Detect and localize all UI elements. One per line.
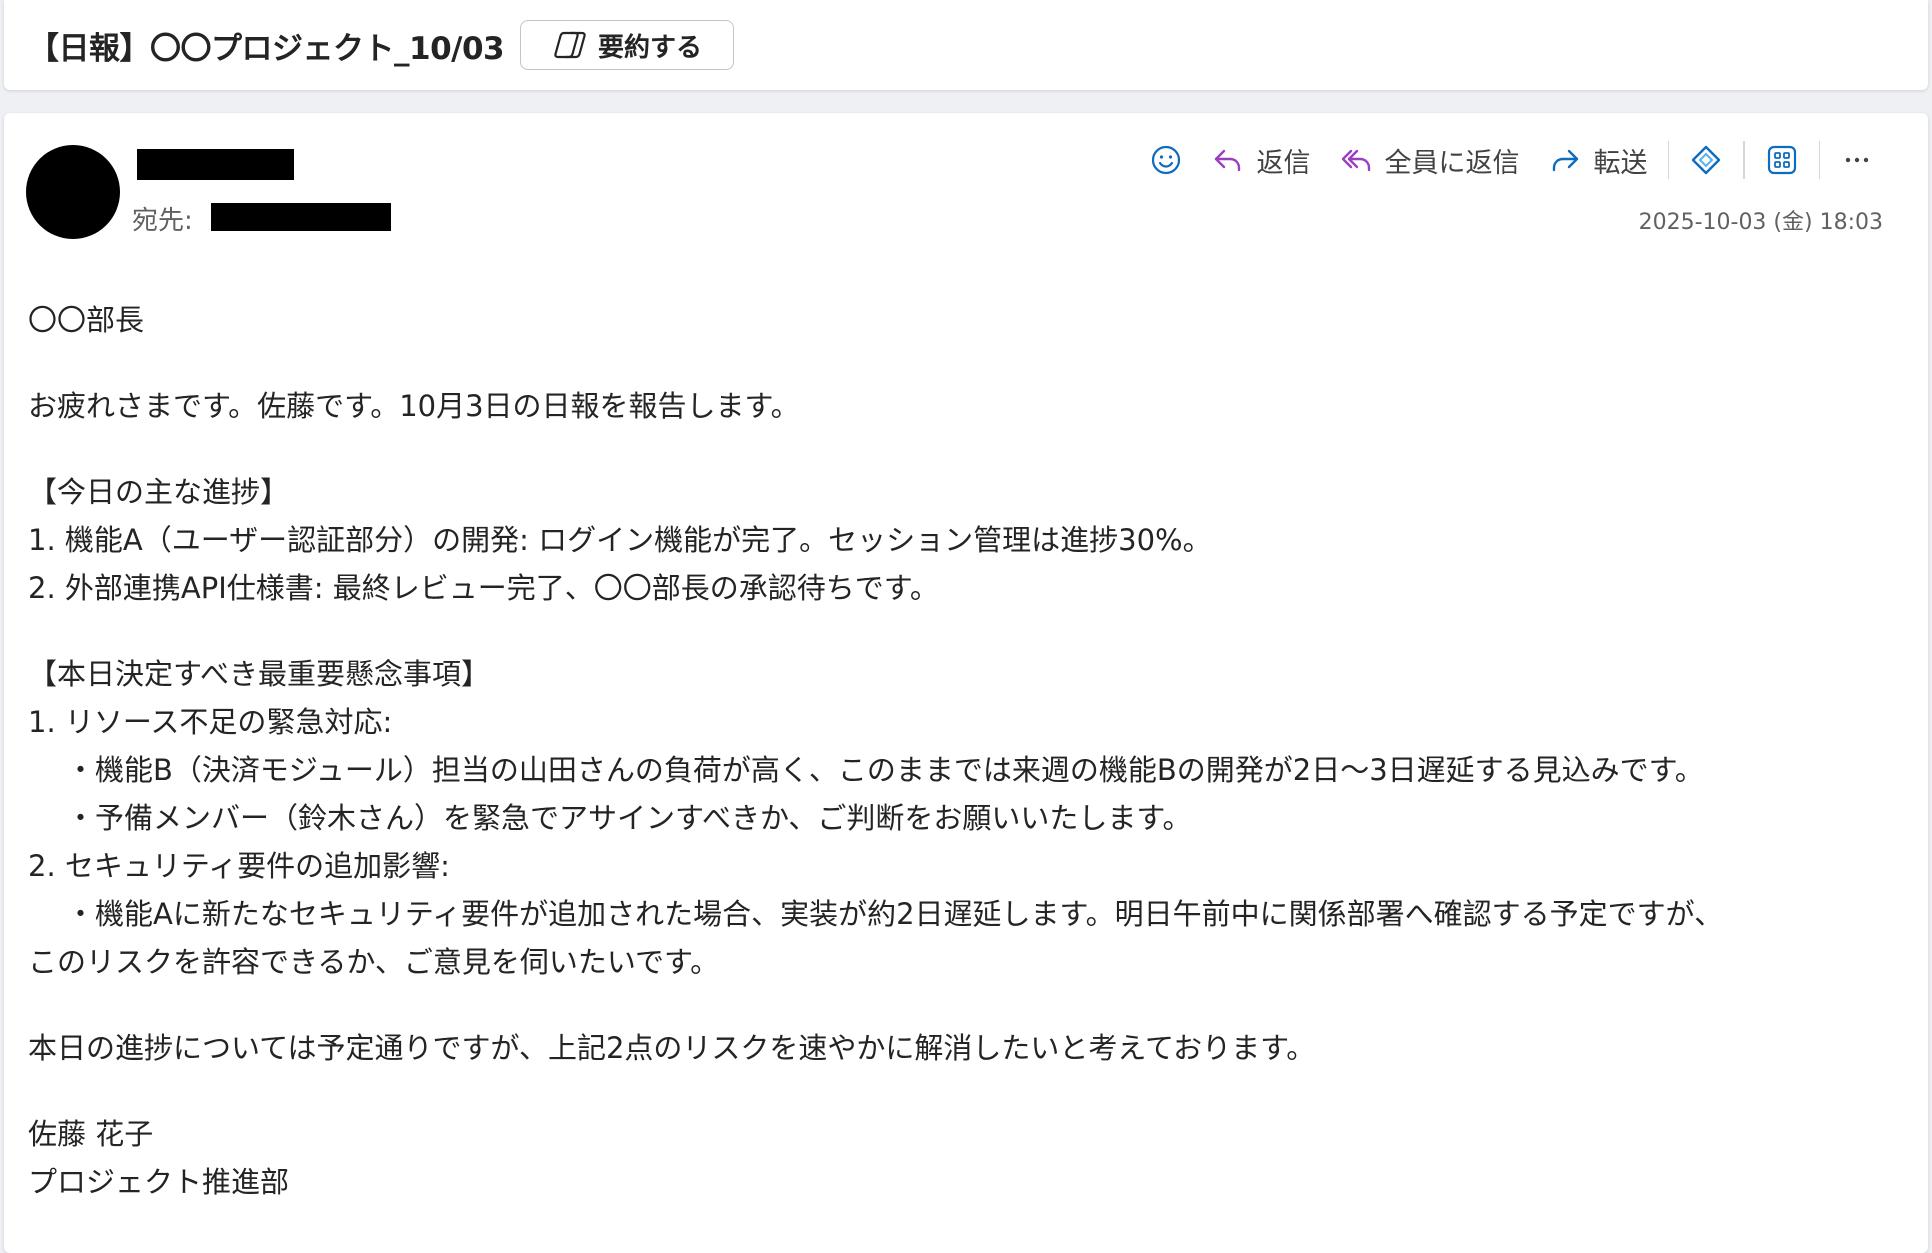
message-body: 〇〇部長 お疲れさまです。佐藤です。10月3日の日報を報告します。 【今日の主な…: [28, 296, 1908, 1206]
concern-subitem: ・機能Aに新たなセキュリティ要件が追加された場合、実装が約2日遅延します。明日午…: [66, 897, 1724, 931]
progress-item: 2. 外部連携API仕様書: 最終レビュー完了、〇〇部長の承認待ちです。: [28, 571, 939, 605]
action-divider: [1667, 141, 1669, 179]
concern-heading: 【本日決定すべき最重要懸念事項】: [28, 657, 490, 691]
email-subject: 【日報】〇〇プロジェクト_10/03: [28, 31, 505, 67]
copilot-diamond-icon: [1691, 145, 1721, 175]
forward-icon: [1552, 149, 1578, 172]
signature-name: 佐藤 花子: [28, 1117, 154, 1151]
message-actions: 返信 全員に返信 転送: [1135, 135, 1889, 185]
reply-icon: [1214, 149, 1240, 172]
apps-button[interactable]: [1751, 136, 1813, 184]
closing-line: 本日の進捗については予定通りですが、上記2点のリスクを速やかに解消したいと考えて…: [28, 1031, 1316, 1065]
copilot-button[interactable]: [1675, 136, 1737, 184]
message-card: 宛先: 返信 全員に返信 転送 2025-10-03 (金) 18:03 〇〇部…: [4, 113, 1928, 1253]
recipient-redacted: [211, 203, 391, 231]
sender-avatar[interactable]: [26, 145, 120, 239]
sender-name-redacted: [137, 149, 294, 180]
action-divider: [1818, 141, 1820, 179]
reply-button[interactable]: 返信: [1197, 136, 1325, 184]
forward-button[interactable]: 転送: [1534, 136, 1662, 184]
progress-heading: 【今日の主な進捗】: [28, 475, 290, 509]
concern-subitem: ・予備メンバー（鈴木さん）を緊急でアサインすべきか、ご判断をお願いいたします。: [66, 801, 1192, 835]
concern-subitem-continued: このリスクを許容できるか、ご意見を伺いたいです。: [28, 945, 720, 979]
subject-bar: 【日報】〇〇プロジェクト_10/03 要約する: [4, 0, 1928, 90]
reply-all-icon: [1341, 149, 1370, 172]
apps-grid-icon: [1767, 145, 1796, 175]
summarize-label: 要約する: [597, 32, 702, 63]
forward-label: 転送: [1593, 147, 1648, 179]
react-button[interactable]: [1135, 136, 1197, 184]
more-actions-button[interactable]: [1826, 136, 1888, 184]
intro-line: お疲れさまです。佐藤です。10月3日の日報を報告します。: [28, 389, 800, 423]
signature-department: プロジェクト推進部: [28, 1165, 290, 1199]
reply-all-button[interactable]: 全員に返信: [1325, 136, 1534, 184]
more-icon: [1845, 157, 1869, 163]
emoji-icon: [1151, 145, 1180, 175]
to-label: 宛先:: [132, 206, 193, 236]
reply-label: 返信: [1256, 147, 1311, 179]
greeting: 〇〇部長: [28, 303, 145, 337]
summarize-button[interactable]: 要約する: [520, 20, 734, 70]
concern-item: 1. リソース不足の緊急対応:: [28, 705, 393, 739]
concern-item: 2. セキュリティ要件の追加影響:: [28, 849, 450, 883]
action-divider: [1743, 141, 1745, 179]
concern-subitem: ・機能B（決済モジュール）担当の山田さんの負荷が高く、このままでは来週の機能Bの…: [66, 753, 1704, 787]
progress-item: 1. 機能A（ユーザー認証部分）の開発: ログイン機能が完了。セッション管理は進…: [28, 523, 1212, 557]
reply-all-label: 全員に返信: [1384, 147, 1520, 179]
copilot-icon: [554, 31, 586, 59]
sent-timestamp: 2025-10-03 (金) 18:03: [1638, 210, 1883, 235]
